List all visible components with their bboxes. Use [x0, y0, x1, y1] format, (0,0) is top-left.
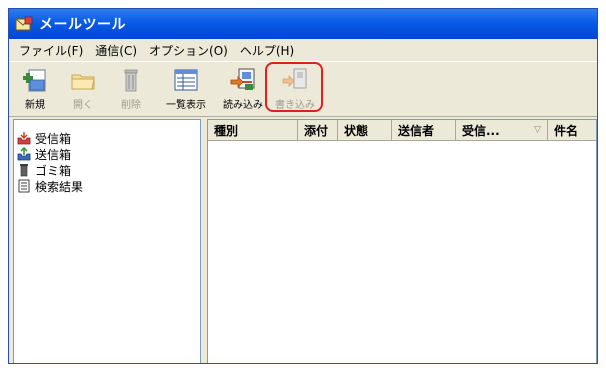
col-received[interactable]: 受信... ▽ [456, 120, 548, 140]
col-type[interactable]: 種別 [208, 120, 298, 140]
list-view-button[interactable]: 一覧表示 [161, 64, 211, 112]
tree-item-outbox[interactable]: 送信箱 [14, 146, 200, 162]
write-out-icon [281, 66, 309, 94]
sort-desc-icon: ▽ [534, 125, 541, 135]
col-attachment[interactable]: 添付 [298, 120, 338, 140]
open-label: 開く [73, 100, 93, 111]
delete-label: 削除 [121, 100, 141, 111]
tree-item-trash[interactable]: ゴミ箱 [14, 162, 200, 178]
toolbar: 新規 開く 削除 一覧表示 読み込み 書き込み [9, 62, 597, 117]
tree-label-search-results: 検索結果 [35, 179, 84, 194]
app-icon [15, 16, 33, 32]
search-results-icon [17, 179, 31, 193]
col-sender[interactable]: 送信者 [392, 120, 456, 140]
mail-tool-window: メールツール ファイル(F) 通信(C) オプション(O) ヘルプ(H) 新規 [8, 8, 598, 364]
tree-label-trash: ゴミ箱 [35, 163, 72, 178]
col-received-label: 受信... [462, 123, 500, 138]
read-label: 読み込み [223, 100, 263, 111]
write-button[interactable]: 書き込み [269, 64, 321, 112]
tree-item-inbox[interactable]: 受信箱 [14, 130, 200, 146]
main-content: 受信箱 送信箱 ゴミ箱 検索結果 種別 添付 状態 送信者 受信... ▽ 件名 [9, 115, 597, 363]
tree-item-search-results[interactable]: 検索結果 [14, 178, 200, 194]
list-view-label: 一覧表示 [166, 100, 206, 111]
menu-help[interactable]: ヘルプ(H) [234, 42, 300, 59]
folder-icon [69, 66, 97, 94]
col-status[interactable]: 状態 [338, 120, 392, 140]
menu-bar: ファイル(F) 通信(C) オプション(O) ヘルプ(H) [9, 39, 597, 62]
message-list: 種別 添付 状態 送信者 受信... ▽ 件名 [207, 119, 597, 363]
inbox-icon [17, 131, 31, 145]
write-label: 書き込み [275, 100, 315, 111]
delete-button[interactable]: 削除 [107, 64, 155, 112]
trash-icon [117, 66, 145, 94]
new-mail-icon [21, 66, 49, 94]
open-button[interactable]: 開く [59, 64, 107, 112]
new-button[interactable]: 新規 [11, 64, 59, 112]
list-view-icon [172, 66, 200, 94]
trash-icon [17, 163, 31, 177]
list-header: 種別 添付 状態 送信者 受信... ▽ 件名 [208, 120, 596, 141]
outbox-icon [17, 146, 31, 161]
read-in-icon [229, 66, 257, 94]
col-subject[interactable]: 件名 [548, 120, 596, 140]
menu-communication[interactable]: 通信(C) [89, 42, 143, 59]
tree-label-inbox: 受信箱 [35, 131, 72, 146]
window-title: メールツール [39, 17, 126, 33]
tree-label-outbox: 送信箱 [35, 147, 72, 162]
new-label: 新規 [25, 100, 45, 111]
menu-options[interactable]: オプション(O) [143, 42, 234, 59]
title-bar[interactable]: メールツール [9, 9, 597, 39]
menu-file[interactable]: ファイル(F) [13, 42, 89, 59]
folder-tree: 受信箱 送信箱 ゴミ箱 検索結果 [13, 119, 201, 363]
read-button[interactable]: 読み込み [217, 64, 269, 112]
